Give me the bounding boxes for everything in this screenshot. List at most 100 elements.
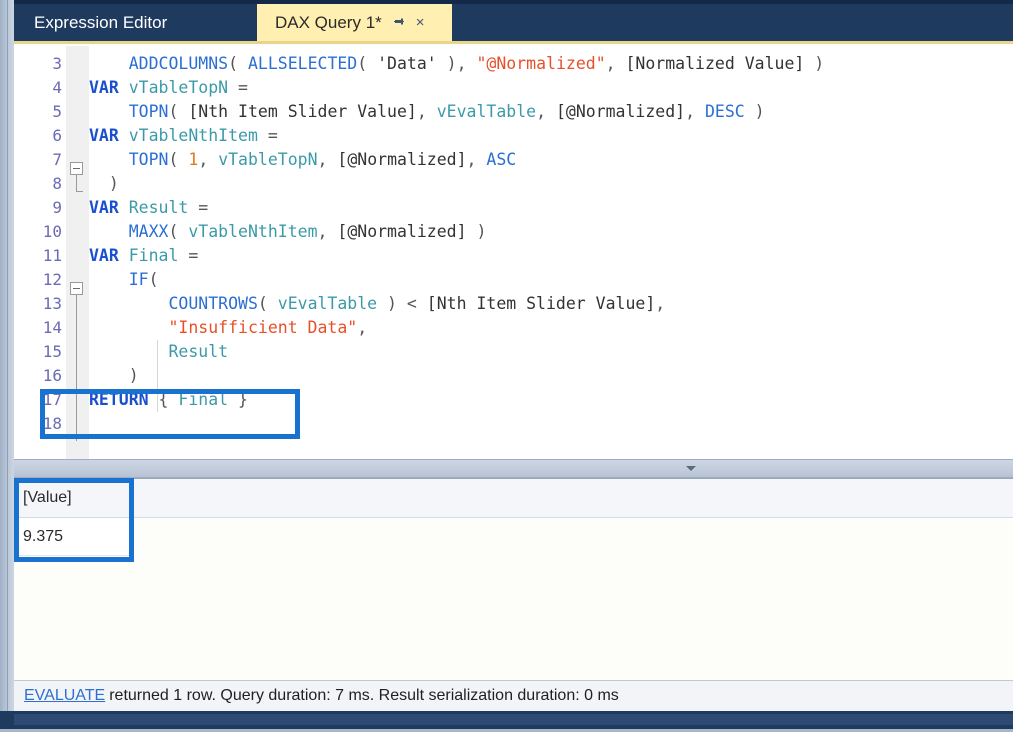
code-token: } xyxy=(228,390,248,409)
fold-guide-line-7 xyxy=(76,175,77,191)
fold-toggle-line-7[interactable] xyxy=(70,162,83,175)
results-grid-top-rule xyxy=(14,478,1013,479)
code-line-11[interactable]: VAR Final = xyxy=(89,244,198,268)
code-token: VAR xyxy=(89,126,129,145)
results-cell-value[interactable]: 9.375 xyxy=(14,519,134,556)
code-token: vEvalTable xyxy=(437,102,536,121)
code-token: IF xyxy=(129,270,149,289)
tab-expression-editor[interactable]: Expression Editor xyxy=(14,4,243,41)
code-token: ) xyxy=(745,102,765,121)
code-token: ) xyxy=(89,366,139,385)
code-line-4[interactable]: VAR vTableTopN = xyxy=(89,76,248,100)
line-number-13: 13 xyxy=(14,292,62,316)
code-token: VAR xyxy=(89,198,129,217)
code-token: ( xyxy=(169,102,189,121)
code-token: , xyxy=(198,150,218,169)
code-text-area[interactable]: ADDCOLUMNS( ALLSELECTED( 'Data' ), "@Nor… xyxy=(89,46,1013,459)
code-token: = xyxy=(178,246,198,265)
code-token: ( xyxy=(258,294,278,313)
editor-gutter: 3456789101112131415161718 xyxy=(14,46,89,459)
window-bottom-chrome-inner xyxy=(14,714,1013,725)
tab-dax-query-1-label: DAX Query 1* xyxy=(275,13,382,33)
line-number-4: 4 xyxy=(14,76,62,100)
status-evaluate-link[interactable]: EVALUATE xyxy=(24,687,105,705)
chevron-down-icon[interactable] xyxy=(686,466,696,471)
code-token xyxy=(89,270,129,289)
pin-icon[interactable] xyxy=(394,16,405,29)
code-token: , xyxy=(318,222,338,241)
code-token: , xyxy=(536,102,556,121)
tab-strip: Expression Editor DAX Query 1* × xyxy=(14,0,1013,41)
line-number-11: 11 xyxy=(14,244,62,268)
code-line-9[interactable]: VAR Result = xyxy=(89,196,208,220)
fold-elbow-line-8 xyxy=(76,191,83,192)
line-number-17: 17 xyxy=(14,388,62,412)
code-line-12[interactable]: IF( xyxy=(89,268,159,292)
code-token: Result xyxy=(168,342,228,361)
code-line-3[interactable]: ADDCOLUMNS( ALLSELECTED( 'Data' ), "@Nor… xyxy=(89,52,824,76)
code-token: = xyxy=(258,126,278,145)
code-token: ), xyxy=(437,54,477,73)
code-token: ADDCOLUMNS xyxy=(129,54,228,73)
line-number-6: 6 xyxy=(14,124,62,148)
code-editor-pane[interactable]: 3456789101112131415161718 ADDCOLUMNS( AL… xyxy=(14,41,1013,459)
line-number-18: 18 xyxy=(14,412,62,436)
code-token: ) xyxy=(467,222,487,241)
code-token: ( xyxy=(149,270,159,289)
code-token: VAR xyxy=(89,78,129,97)
code-line-5[interactable]: TOPN( [Nth Item Slider Value], vEvalTabl… xyxy=(89,100,765,124)
fold-toggle-line-12[interactable] xyxy=(70,282,83,295)
code-token: ) < xyxy=(377,294,427,313)
code-token: = xyxy=(188,198,208,217)
code-line-15[interactable]: Result xyxy=(89,340,228,364)
code-token: vTableNthItem xyxy=(188,222,317,241)
fold-guide-line-12 xyxy=(76,295,77,441)
code-token: , xyxy=(655,294,665,313)
code-token: ( xyxy=(228,54,248,73)
code-line-17[interactable]: RETURN { Final } xyxy=(89,388,248,412)
code-line-7[interactable]: TOPN( 1, vTableTopN, [@Normalized], ASC xyxy=(89,148,516,172)
dax-query-editor-window: Expression Editor DAX Query 1* × 3456789… xyxy=(0,0,1013,732)
code-token: MAXX xyxy=(129,222,169,241)
close-icon[interactable]: × xyxy=(416,15,425,30)
code-line-10[interactable]: MAXX( vTableNthItem, [@Normalized] ) xyxy=(89,220,486,244)
code-line-13[interactable]: COUNTROWS( vEvalTable ) < [Nth Item Slid… xyxy=(89,292,665,316)
query-results-pane[interactable]: [Value] 9.375 xyxy=(14,478,1013,680)
code-token: [@Normalized] xyxy=(337,222,466,241)
code-line-6[interactable]: VAR vTableNthItem = xyxy=(89,124,278,148)
gutter-fold-column xyxy=(66,46,89,459)
window-left-chrome xyxy=(0,0,14,732)
code-token: ( xyxy=(357,54,377,73)
results-column-header-value[interactable]: [Value] xyxy=(14,479,134,517)
code-token: TOPN xyxy=(129,102,169,121)
line-number-7: 7 xyxy=(14,148,62,172)
code-token: "@Normalized" xyxy=(476,54,605,73)
code-token: , xyxy=(606,54,626,73)
code-token: RETURN xyxy=(89,390,149,409)
code-token: , xyxy=(467,150,487,169)
code-token: ) xyxy=(804,54,824,73)
code-token: vTableTopN xyxy=(129,78,228,97)
tab-dax-query-1[interactable]: DAX Query 1* × xyxy=(257,4,452,41)
code-token xyxy=(89,150,129,169)
code-token: vEvalTable xyxy=(278,294,377,313)
line-number-10: 10 xyxy=(14,220,62,244)
code-token xyxy=(89,222,129,241)
line-number-9: 9 xyxy=(14,196,62,220)
code-line-16[interactable]: ) xyxy=(89,364,139,388)
code-token: vTableNthItem xyxy=(129,126,258,145)
status-message: returned 1 row. Query duration: 7 ms. Re… xyxy=(109,687,619,705)
line-number-16: 16 xyxy=(14,364,62,388)
line-number-8: 8 xyxy=(14,172,62,196)
code-token: [@Normalized] xyxy=(337,150,466,169)
code-token: , xyxy=(357,318,367,337)
code-token: [Nth Item Slider Value] xyxy=(188,102,416,121)
code-line-14[interactable]: "Insufficient Data", xyxy=(89,316,367,340)
code-token: [Nth Item Slider Value] xyxy=(427,294,655,313)
code-token: 1 xyxy=(188,150,198,169)
code-token: , xyxy=(417,102,437,121)
editor-results-splitter[interactable] xyxy=(14,459,1013,478)
code-line-8[interactable]: ) xyxy=(89,172,119,196)
code-token: Final xyxy=(129,246,179,265)
line-number-14: 14 xyxy=(14,316,62,340)
